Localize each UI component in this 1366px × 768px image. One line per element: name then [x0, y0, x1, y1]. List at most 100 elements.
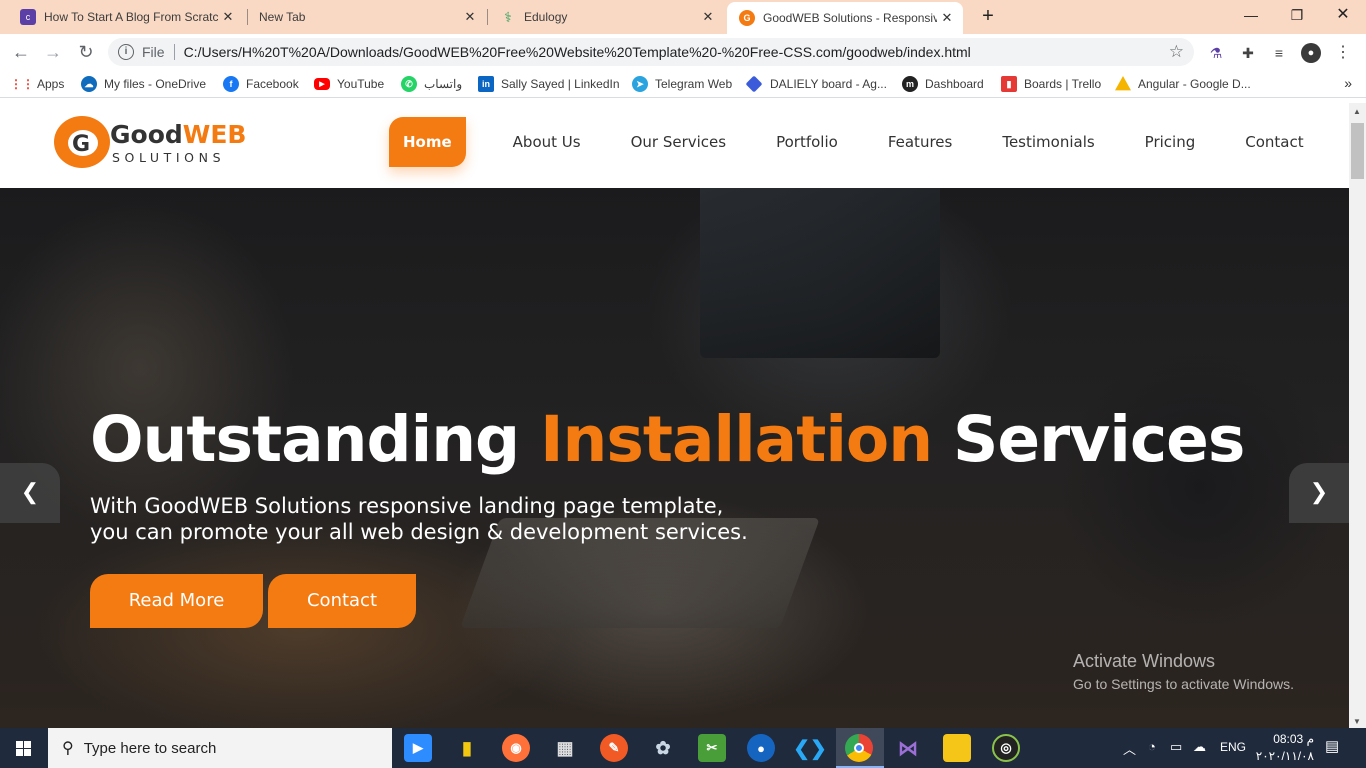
visual-studio-icon[interactable]: ⋈	[894, 734, 922, 762]
forward-icon[interactable]: →	[41, 40, 65, 64]
camera-app-icon[interactable]: ◎	[992, 734, 1020, 762]
nav-about-us[interactable]: About Us	[488, 117, 606, 167]
file-explorer-icon[interactable]	[943, 734, 971, 762]
tab-title: How To Start A Blog From Scratch	[44, 10, 218, 24]
back-icon[interactable]: ←	[9, 40, 33, 64]
nav-testimonials[interactable]: Testimonials	[977, 117, 1119, 167]
extensions-puzzle-icon[interactable]: ✚	[1238, 43, 1258, 63]
web-page: G GoodWEB SOLUTIONS Home About Us Our Se…	[0, 103, 1349, 728]
read-more-button[interactable]: Read More	[90, 574, 263, 628]
contact-button[interactable]: Contact	[268, 574, 416, 628]
nav-features[interactable]: Features	[863, 117, 978, 167]
tab-goodweb[interactable]: G GoodWEB Solutions - Responsive ✕	[727, 2, 963, 34]
bookmark-youtube[interactable]: ▶ YouTube	[314, 75, 384, 93]
apps-grid-icon: ⋮⋮	[10, 77, 34, 91]
scroll-thumb[interactable]	[1351, 123, 1364, 179]
nav-our-services[interactable]: Our Services	[606, 117, 752, 167]
bookmark-angular-drive[interactable]: Angular - Google D...	[1115, 75, 1251, 93]
bookmark-star-icon[interactable]: ☆	[1169, 42, 1184, 62]
maps-pin-icon[interactable]: ●	[747, 734, 775, 762]
scroll-down-icon[interactable]: ▼	[1353, 717, 1361, 726]
search-icon: ⚲	[62, 740, 74, 757]
address-bar[interactable]: i File C:/Users/H%20T%20A/Downloads/Good…	[108, 38, 1194, 66]
firefox-icon[interactable]: ◉	[502, 734, 530, 762]
bookmark-dashboard[interactable]: m Dashboard	[902, 75, 984, 93]
close-tab-icon[interactable]: ✕	[460, 9, 480, 25]
scroll-up-icon[interactable]: ▲	[1353, 107, 1361, 116]
taskbar-clock[interactable]: 08:03 م ٢٠٢٠/١١/٠٨	[1248, 731, 1314, 765]
new-tab-button[interactable]: +	[978, 5, 998, 29]
profile-avatar[interactable]: ●	[1301, 43, 1321, 63]
media-queue-icon[interactable]: ≡	[1269, 43, 1289, 63]
language-indicator[interactable]: ENG	[1220, 740, 1246, 754]
youtube-icon: ▶	[314, 78, 330, 90]
zoom-icon[interactable]: ▶	[404, 734, 432, 762]
bookmark-label: واتساب	[424, 77, 463, 91]
board-icon	[745, 75, 763, 93]
pen-app-icon[interactable]: ✎	[600, 734, 628, 762]
bookmark-apps[interactable]: ⋮⋮ Apps	[10, 75, 65, 93]
nav-contact[interactable]: Contact	[1220, 117, 1328, 167]
notifications-icon[interactable]: ▤	[1325, 737, 1339, 755]
tab-title: Edulogy	[524, 10, 568, 24]
facebook-icon: f	[223, 76, 239, 92]
bookmark-trello[interactable]: ▮ Boards | Trello	[1001, 75, 1101, 93]
close-tab-icon[interactable]: ✕	[937, 10, 957, 26]
close-tab-icon[interactable]: ✕	[698, 9, 718, 25]
logo-mark-icon: G	[54, 116, 110, 168]
battery-icon[interactable]: ▭	[1170, 739, 1182, 755]
tools-icon[interactable]: ✂	[698, 734, 726, 762]
whatsapp-icon: ✆	[401, 76, 417, 92]
show-hidden-icons[interactable]: ︿	[1123, 739, 1136, 758]
lab-flask-icon[interactable]: ⚗	[1206, 43, 1226, 63]
paint-icon[interactable]: ✿	[649, 734, 677, 762]
tab-title: New Tab	[259, 10, 306, 24]
hero-title: Outstanding Installation Services	[90, 403, 1245, 476]
slider-prev-arrow[interactable]: ❮	[0, 463, 60, 523]
scheme-label: File	[142, 44, 165, 60]
tab-new-tab[interactable]: New Tab ✕	[248, 0, 486, 34]
nav-home[interactable]: Home	[389, 117, 466, 167]
more-bookmarks-icon[interactable]: »	[1344, 75, 1352, 91]
power-bi-icon[interactable]: ▮	[453, 734, 481, 762]
bookmark-label: Sally Sayed | LinkedIn	[501, 77, 620, 91]
close-window-icon[interactable]: ✕	[1320, 0, 1366, 30]
windows-start-icon[interactable]	[0, 728, 48, 768]
bookmark-linkedin[interactable]: in Sally Sayed | LinkedIn	[478, 75, 620, 93]
page-scrollbar[interactable]: ▲ ▼	[1349, 103, 1366, 728]
linkedin-icon: in	[478, 76, 494, 92]
store-icon[interactable]: ▦	[551, 734, 579, 762]
bookmark-telegram[interactable]: ➤ Telegram Web	[632, 75, 732, 93]
onedrive-icon: ☁	[81, 76, 97, 92]
taskbar-search[interactable]: ⚲ Type here to search	[48, 728, 392, 768]
reload-icon[interactable]: ↻	[74, 40, 98, 64]
bookmark-facebook[interactable]: f Facebook	[223, 75, 299, 93]
tab-blog[interactable]: c How To Start A Blog From Scratch ✕	[8, 0, 244, 34]
site-header: G GoodWEB SOLUTIONS Home About Us Our Se…	[0, 103, 1349, 188]
minimize-icon[interactable]: —	[1228, 0, 1274, 30]
onedrive-tray-icon[interactable]: ☁	[1193, 739, 1206, 755]
close-tab-icon[interactable]: ✕	[218, 9, 238, 25]
bookmark-label: Dashboard	[925, 77, 984, 91]
slider-next-arrow[interactable]: ❯	[1289, 463, 1349, 523]
tab-edulogy[interactable]: ⚕ Edulogy ✕	[488, 0, 724, 34]
nav-portfolio[interactable]: Portfolio	[751, 117, 863, 167]
network-icon[interactable]: ◔	[1148, 739, 1156, 754]
url-text[interactable]: C:/Users/H%20T%20A/Downloads/GoodWEB%20F…	[184, 44, 971, 60]
chrome-icon[interactable]	[845, 734, 873, 762]
telegram-icon: ➤	[632, 76, 648, 92]
goodweb-icon: G	[739, 10, 755, 26]
nav-pricing[interactable]: Pricing	[1120, 117, 1221, 167]
vscode-icon[interactable]: ❮❯	[793, 734, 827, 762]
chrome-menu-icon[interactable]: ⋮	[1333, 43, 1353, 63]
restore-icon[interactable]: ❐	[1274, 0, 1320, 30]
google-drive-icon	[1115, 76, 1131, 91]
dashboard-icon: m	[902, 76, 918, 92]
bookmark-daliely[interactable]: DALIELY board - Ag...	[745, 75, 887, 93]
bookmark-onedrive[interactable]: ☁ My files - OneDrive	[81, 75, 206, 93]
bookmark-whatsapp[interactable]: ✆ واتساب	[401, 75, 462, 93]
bookmark-label: Apps	[37, 77, 65, 91]
site-logo[interactable]: G GoodWEB SOLUTIONS	[54, 116, 247, 172]
bookmark-label: Angular - Google D...	[1138, 77, 1251, 91]
site-info-icon[interactable]: i	[118, 44, 134, 60]
